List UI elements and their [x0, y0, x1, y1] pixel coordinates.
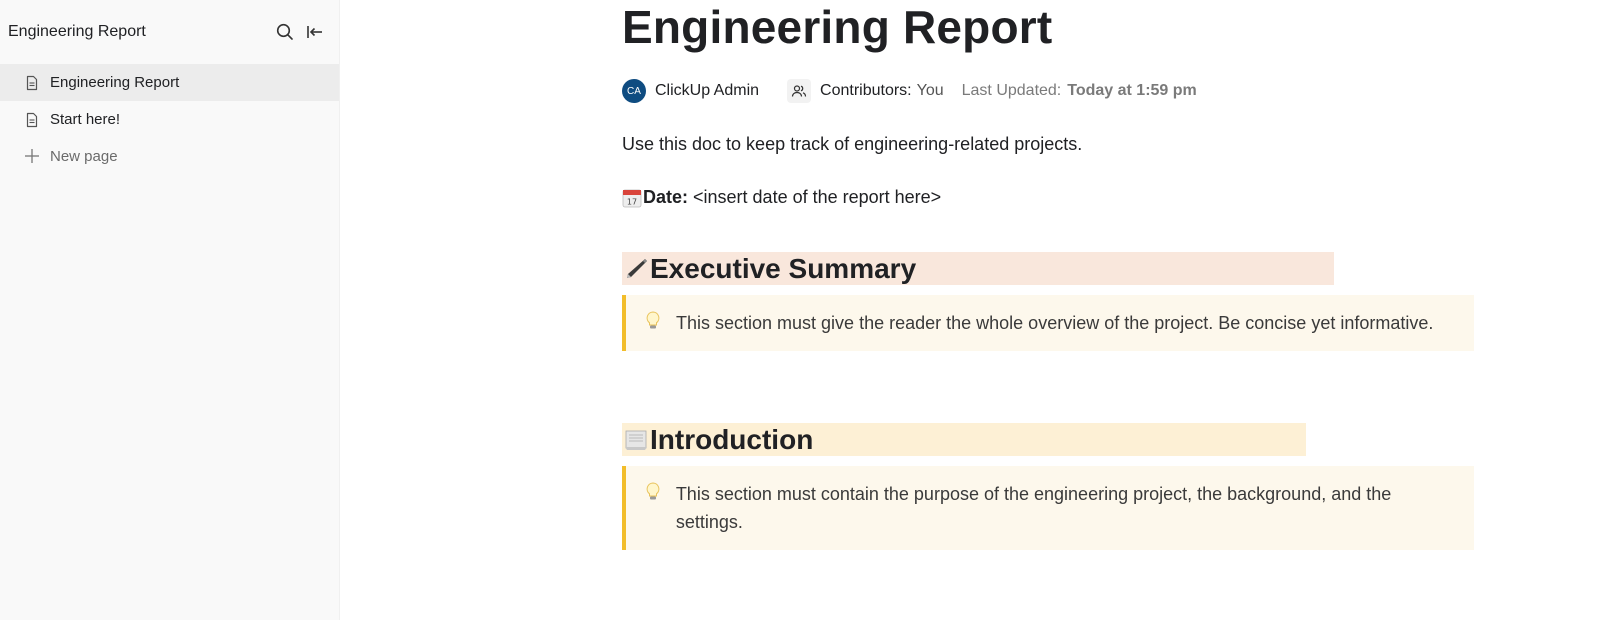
new-page-label: New page — [50, 148, 118, 165]
callout-text: This section must give the reader the wh… — [676, 313, 1434, 333]
callout-introduction[interactable]: This section must contain the purpose of… — [622, 466, 1474, 550]
author-name: ClickUp Admin — [655, 82, 760, 99]
collapse-sidebar-icon[interactable] — [303, 20, 327, 44]
new-page-button[interactable]: New page — [0, 138, 339, 175]
doc-meta: CA ClickUp Admin Contributors: You Last … — [622, 78, 1472, 104]
document-content: Engineering Report CA ClickUp Admin Cont… — [622, 0, 1474, 550]
sidebar-title: Engineering Report — [8, 23, 146, 40]
last-updated-value: Today at 1:59 pm — [1067, 82, 1197, 99]
page-title[interactable]: Engineering Report — [622, 2, 1472, 52]
date-value: <insert date of the report here> — [693, 187, 942, 207]
sidebar-item-label: Start here! — [50, 111, 121, 128]
callout-text: This section must contain the purpose of… — [675, 484, 1392, 532]
app: Engineering Report Engineering Report St… — [0, 0, 1600, 620]
contributors-label: Contributors: — [820, 82, 912, 99]
intro-paragraph[interactable]: Use this doc to keep track of engineerin… — [622, 134, 1472, 155]
last-updated-label: Last Updated: — [961, 82, 1062, 99]
document-area: Engineering Report CA ClickUp Admin Cont… — [340, 0, 1600, 620]
avatar[interactable]: CA — [622, 79, 646, 103]
section-heading-executive-summary[interactable]: Executive Summary — [622, 252, 1334, 285]
date-label: Date: — [643, 187, 689, 207]
pen-icon — [622, 255, 650, 283]
section-heading-text: Executive Summary — [650, 252, 917, 284]
scroll-icon — [622, 426, 650, 454]
sidebar-header: Engineering Report — [0, 0, 339, 64]
date-line[interactable]: 17 Date: <insert date of the report here… — [622, 187, 1472, 208]
plus-icon — [24, 148, 40, 166]
contributors-value: You — [916, 82, 944, 99]
sidebar: Engineering Report Engineering Report St… — [0, 0, 340, 620]
search-icon[interactable] — [273, 20, 297, 44]
section-heading-introduction[interactable]: Introduction — [622, 423, 1306, 456]
document-icon — [24, 75, 40, 91]
section-heading-text: Introduction — [650, 423, 814, 455]
sidebar-item-start-here[interactable]: Start here! — [0, 101, 339, 138]
sidebar-item-engineering-report[interactable]: Engineering Report — [0, 64, 339, 101]
svg-text:17: 17 — [627, 197, 637, 206]
lightbulb-icon — [646, 482, 662, 536]
contributors-icon[interactable] — [787, 79, 812, 103]
sidebar-item-label: Engineering Report — [50, 74, 180, 91]
lightbulb-icon — [646, 311, 662, 337]
calendar-icon: 17 — [622, 188, 642, 208]
callout-executive-summary[interactable]: This section must give the reader the wh… — [622, 295, 1474, 351]
document-icon — [24, 112, 40, 128]
